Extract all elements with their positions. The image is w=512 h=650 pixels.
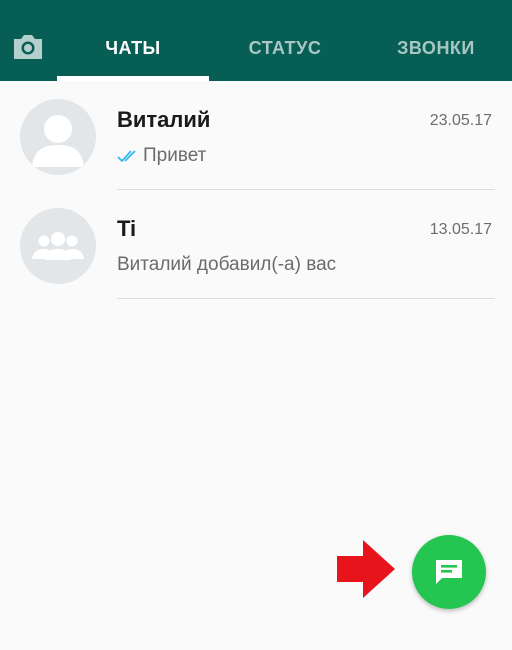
chat-name: Ti [117, 216, 137, 241]
tab-chats[interactable]: ЧАТЫ [57, 28, 209, 68]
person-avatar-icon[interactable] [20, 99, 96, 175]
chat-row-vitaliy[interactable]: Виталий 23.05.17 Привет [0, 81, 512, 190]
chat-date: 13.05.17 [429, 221, 492, 238]
chat-preview: Привет [117, 145, 206, 169]
camera-icon[interactable] [10, 30, 46, 64]
top-bar: ЧАТЫ СТАТУС ЗВОНКИ [0, 0, 512, 81]
chat-date: 23.05.17 [429, 112, 492, 129]
new-chat-button[interactable] [412, 535, 486, 609]
chat-preview-text: Привет [143, 145, 207, 166]
chat-preview: Виталий добавил(-а) вас [117, 254, 336, 276]
tab-calls[interactable]: ЗВОНКИ [360, 28, 512, 68]
new-chat-icon [436, 560, 462, 584]
chat-row-ti[interactable]: Ti 13.05.17 Виталий добавил(-а) вас [0, 190, 512, 299]
tab-status[interactable]: СТАТУС [210, 28, 360, 68]
chat-preview-text: Виталий добавил(-а) вас [117, 254, 337, 275]
chat-name: Виталий [117, 107, 211, 132]
double-check-icon [117, 147, 141, 169]
group-avatar-icon[interactable] [20, 208, 96, 284]
divider [117, 298, 495, 299]
red-arrow-icon [335, 538, 397, 600]
